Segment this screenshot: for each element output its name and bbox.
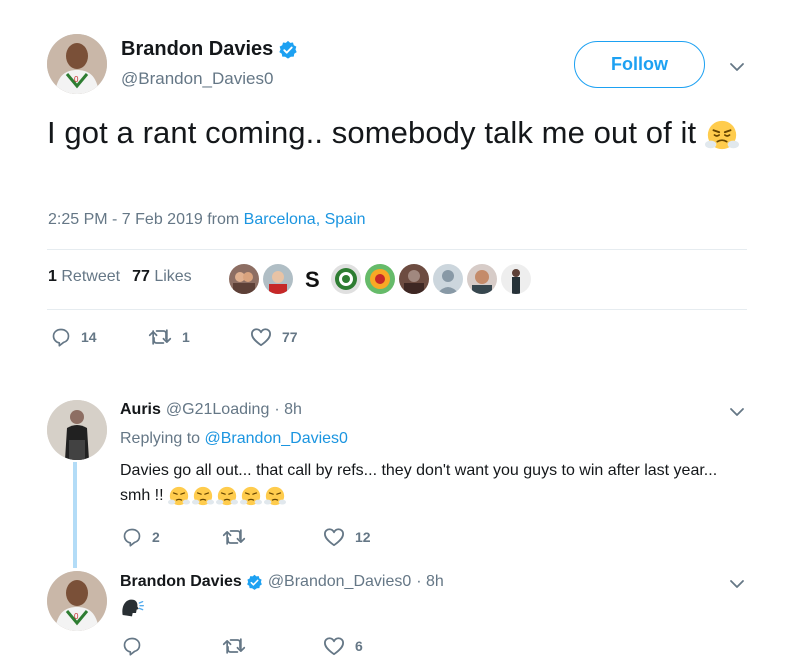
player-avatar-image: 0 [47,571,107,631]
like-count: 77 [132,268,150,285]
liker-avatar[interactable] [399,264,429,294]
svg-text:0: 0 [74,612,79,621]
svg-text:S: S [305,267,320,292]
reply-icon [123,528,141,547]
liker-avatars: S [229,264,531,294]
retweet-icon [222,529,246,545]
tweet-text: I got a rant coming.. somebody talk me o… [47,112,767,154]
liker-avatar[interactable]: S [297,264,327,294]
liker-avatar[interactable] [433,264,463,294]
thread-connector-line [73,462,77,568]
like-action-count: 6 [355,638,363,654]
reply-author-name[interactable]: Auris [120,401,161,419]
follow-button[interactable]: Follow [574,41,705,88]
retweet-action[interactable] [222,636,256,656]
like-action[interactable]: 77 [250,327,298,347]
like-label: Likes [154,268,192,285]
verified-badge-icon [246,574,262,590]
reply-action[interactable] [122,636,152,656]
reply-count: 2 [152,529,160,545]
retweet-stat[interactable]: 1 Retweet [48,268,120,286]
steaming-face-emoji-row [168,485,287,507]
like-stat[interactable]: 77 Likes [132,268,192,286]
retweet-count: 1 [48,268,57,285]
replying-to: Replying to @Brandon_Davies0 [120,430,348,448]
liker-avatar[interactable] [331,264,361,294]
chevron-down-icon[interactable] [729,404,745,420]
like-action-count: 77 [282,329,298,345]
like-action[interactable]: 6 [323,636,363,656]
main-author-handle[interactable]: @Brandon_Davies0 [121,69,273,89]
reply-icon [123,637,141,656]
reply-author-name[interactable]: Brandon Davies [120,573,242,591]
heart-icon [323,528,344,547]
main-author-avatar[interactable]: 0 [47,34,107,94]
svg-text:0: 0 [74,75,79,84]
steaming-face-emoji [704,120,739,149]
steaming-face-emoji [264,486,287,505]
tweet-timestamp: 2:25 PM - 7 Feb 2019 from Barcelona, Spa… [48,211,366,229]
reply-icon [52,328,70,347]
verified-badge-icon [279,40,297,59]
reply-author-avatar[interactable] [47,400,107,460]
timestamp-text[interactable]: 2:25 PM - 7 Feb 2019 from [48,211,244,228]
speaking-head-emoji [122,599,144,617]
steaming-face-emoji [168,486,191,505]
heart-icon [323,637,344,656]
liker-avatar[interactable] [467,264,497,294]
retweet-action[interactable]: 1 [148,327,190,347]
chevron-down-icon[interactable] [729,576,745,592]
reply-author-handle[interactable]: @G21Loading [166,401,269,419]
reply-action[interactable]: 14 [51,327,97,347]
tweet-text-content: I got a rant coming.. somebody talk me o… [47,115,697,150]
replying-to-link[interactable]: @Brandon_Davies0 [205,430,348,447]
steaming-face-emoji [192,486,215,505]
retweet-icon [222,638,246,654]
tweet-stats: 1 Retweet 77 Likes [48,268,192,286]
heart-icon [251,328,272,347]
steaming-face-emoji [240,486,263,505]
reply-text: Davies go all out... that call by refs..… [120,458,740,508]
liker-avatar[interactable] [501,264,531,294]
reply-author-avatar[interactable]: 0 [47,571,107,631]
liker-avatar[interactable] [365,264,395,294]
divider [47,309,747,310]
reply-avatar-image [47,400,107,460]
tweet-location-link[interactable]: Barcelona, Spain [244,211,366,228]
reply-time[interactable]: · 8h [274,401,302,419]
retweet-action[interactable] [222,527,256,547]
retweet-label: Retweet [61,268,121,285]
retweet-action-count: 1 [182,329,190,345]
reply-author-handle[interactable]: @Brandon_Davies0 [268,573,411,591]
steaming-face-emoji [216,486,239,505]
divider [47,249,747,250]
reply-text [120,596,144,623]
like-action-count: 12 [355,529,371,545]
chevron-down-icon[interactable] [729,59,745,75]
main-author-name[interactable]: Brandon Davies [121,38,273,61]
player-avatar-image: 0 [47,34,107,94]
like-action[interactable]: 12 [323,527,371,547]
liker-avatar[interactable] [263,264,293,294]
retweet-icon [148,329,172,345]
reply-action[interactable]: 2 [122,527,160,547]
liker-avatar[interactable] [229,264,259,294]
reply-count: 14 [81,329,97,345]
reply-time[interactable]: · 8h [416,573,444,591]
replying-to-prefix: Replying to [120,430,205,447]
